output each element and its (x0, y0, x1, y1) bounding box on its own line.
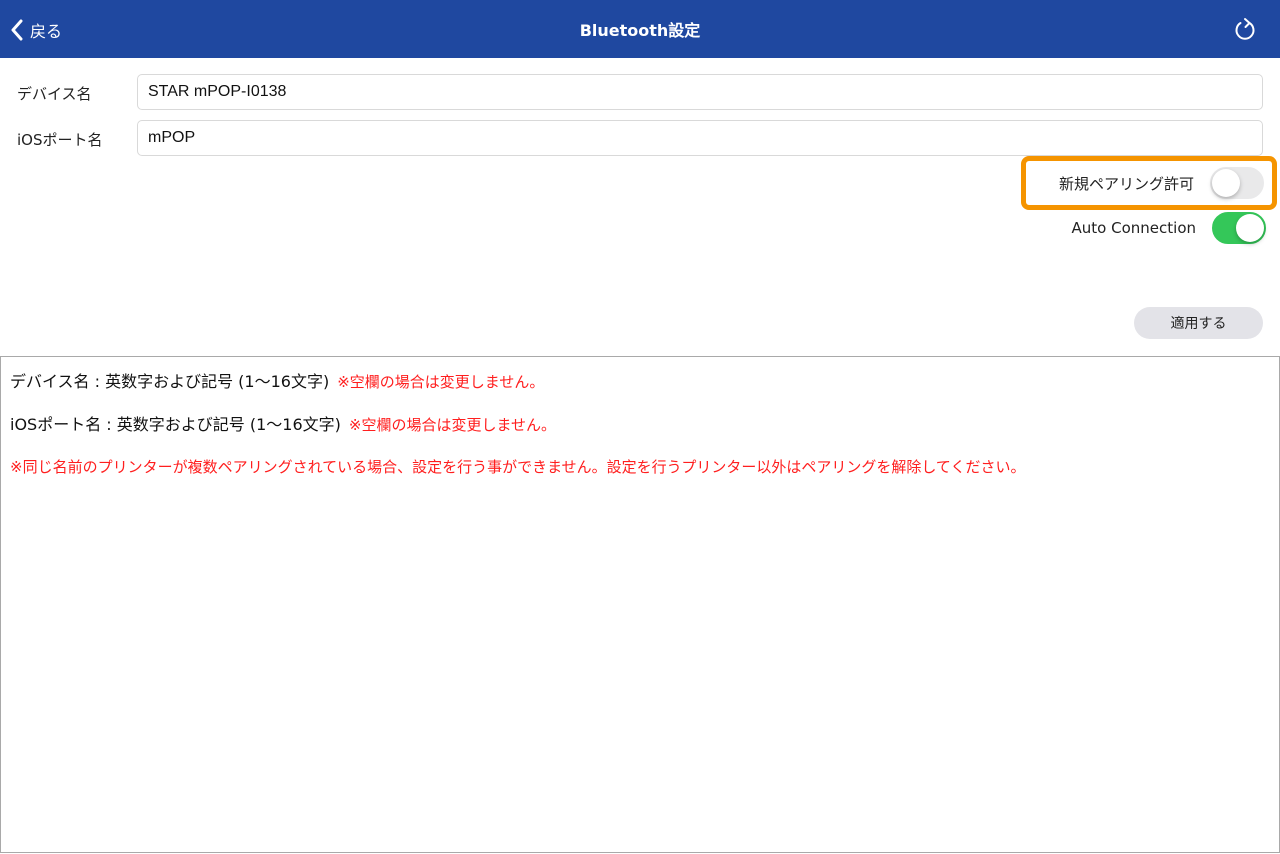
new-pairing-row: 新規ペアリング許可 (1059, 167, 1264, 199)
device-name-hint: デバイス名 : 英数字および記号 (1〜16文字) ※空欄の場合は変更しません。 (10, 368, 544, 392)
refresh-icon (1232, 18, 1258, 47)
device-name-hint-note: ※空欄の場合は変更しません。 (337, 373, 545, 391)
new-pairing-label: 新規ペアリング許可 (1058, 174, 1194, 193)
auto-connection-label: Auto Connection (1071, 219, 1196, 237)
back-label: 戻る (30, 22, 63, 41)
pairing-warning: ※同じ名前のプリンターが複数ペアリングされている場合、設定を行う事ができません。… (10, 458, 1026, 476)
switch-knob (1236, 214, 1264, 242)
ios-port-hint-note: ※空欄の場合は変更しません。 (348, 416, 556, 434)
device-name-label: デバイス名 (17, 85, 92, 103)
navigation-bar: 戻る Bluetooth設定 (0, 0, 1280, 58)
device-name-hint-text: デバイス名 : 英数字および記号 (1〜16文字) (10, 372, 330, 391)
back-button[interactable]: 戻る (10, 14, 62, 46)
ios-port-name-input[interactable] (137, 120, 1263, 156)
auto-connection-switch[interactable] (1212, 212, 1266, 244)
refresh-button[interactable] (1232, 17, 1258, 43)
ios-port-hint: iOSポート名 : 英数字および記号 (1〜16文字) ※空欄の場合は変更しません… (10, 411, 556, 435)
auto-connection-row: Auto Connection (1072, 212, 1266, 244)
switch-knob (1212, 169, 1240, 197)
page-title: Bluetooth設定 (579, 21, 701, 40)
ios-port-name-label: iOSポート名 (17, 131, 103, 149)
ios-port-hint-text: iOSポート名 : 英数字および記号 (1〜16文字) (10, 415, 341, 434)
chevron-left-icon (10, 19, 24, 41)
device-name-input[interactable] (137, 74, 1263, 110)
apply-button[interactable]: 適用する (1134, 307, 1263, 339)
info-panel: デバイス名 : 英数字および記号 (1〜16文字) ※空欄の場合は変更しません。 … (0, 356, 1280, 853)
new-pairing-switch[interactable] (1210, 167, 1264, 199)
